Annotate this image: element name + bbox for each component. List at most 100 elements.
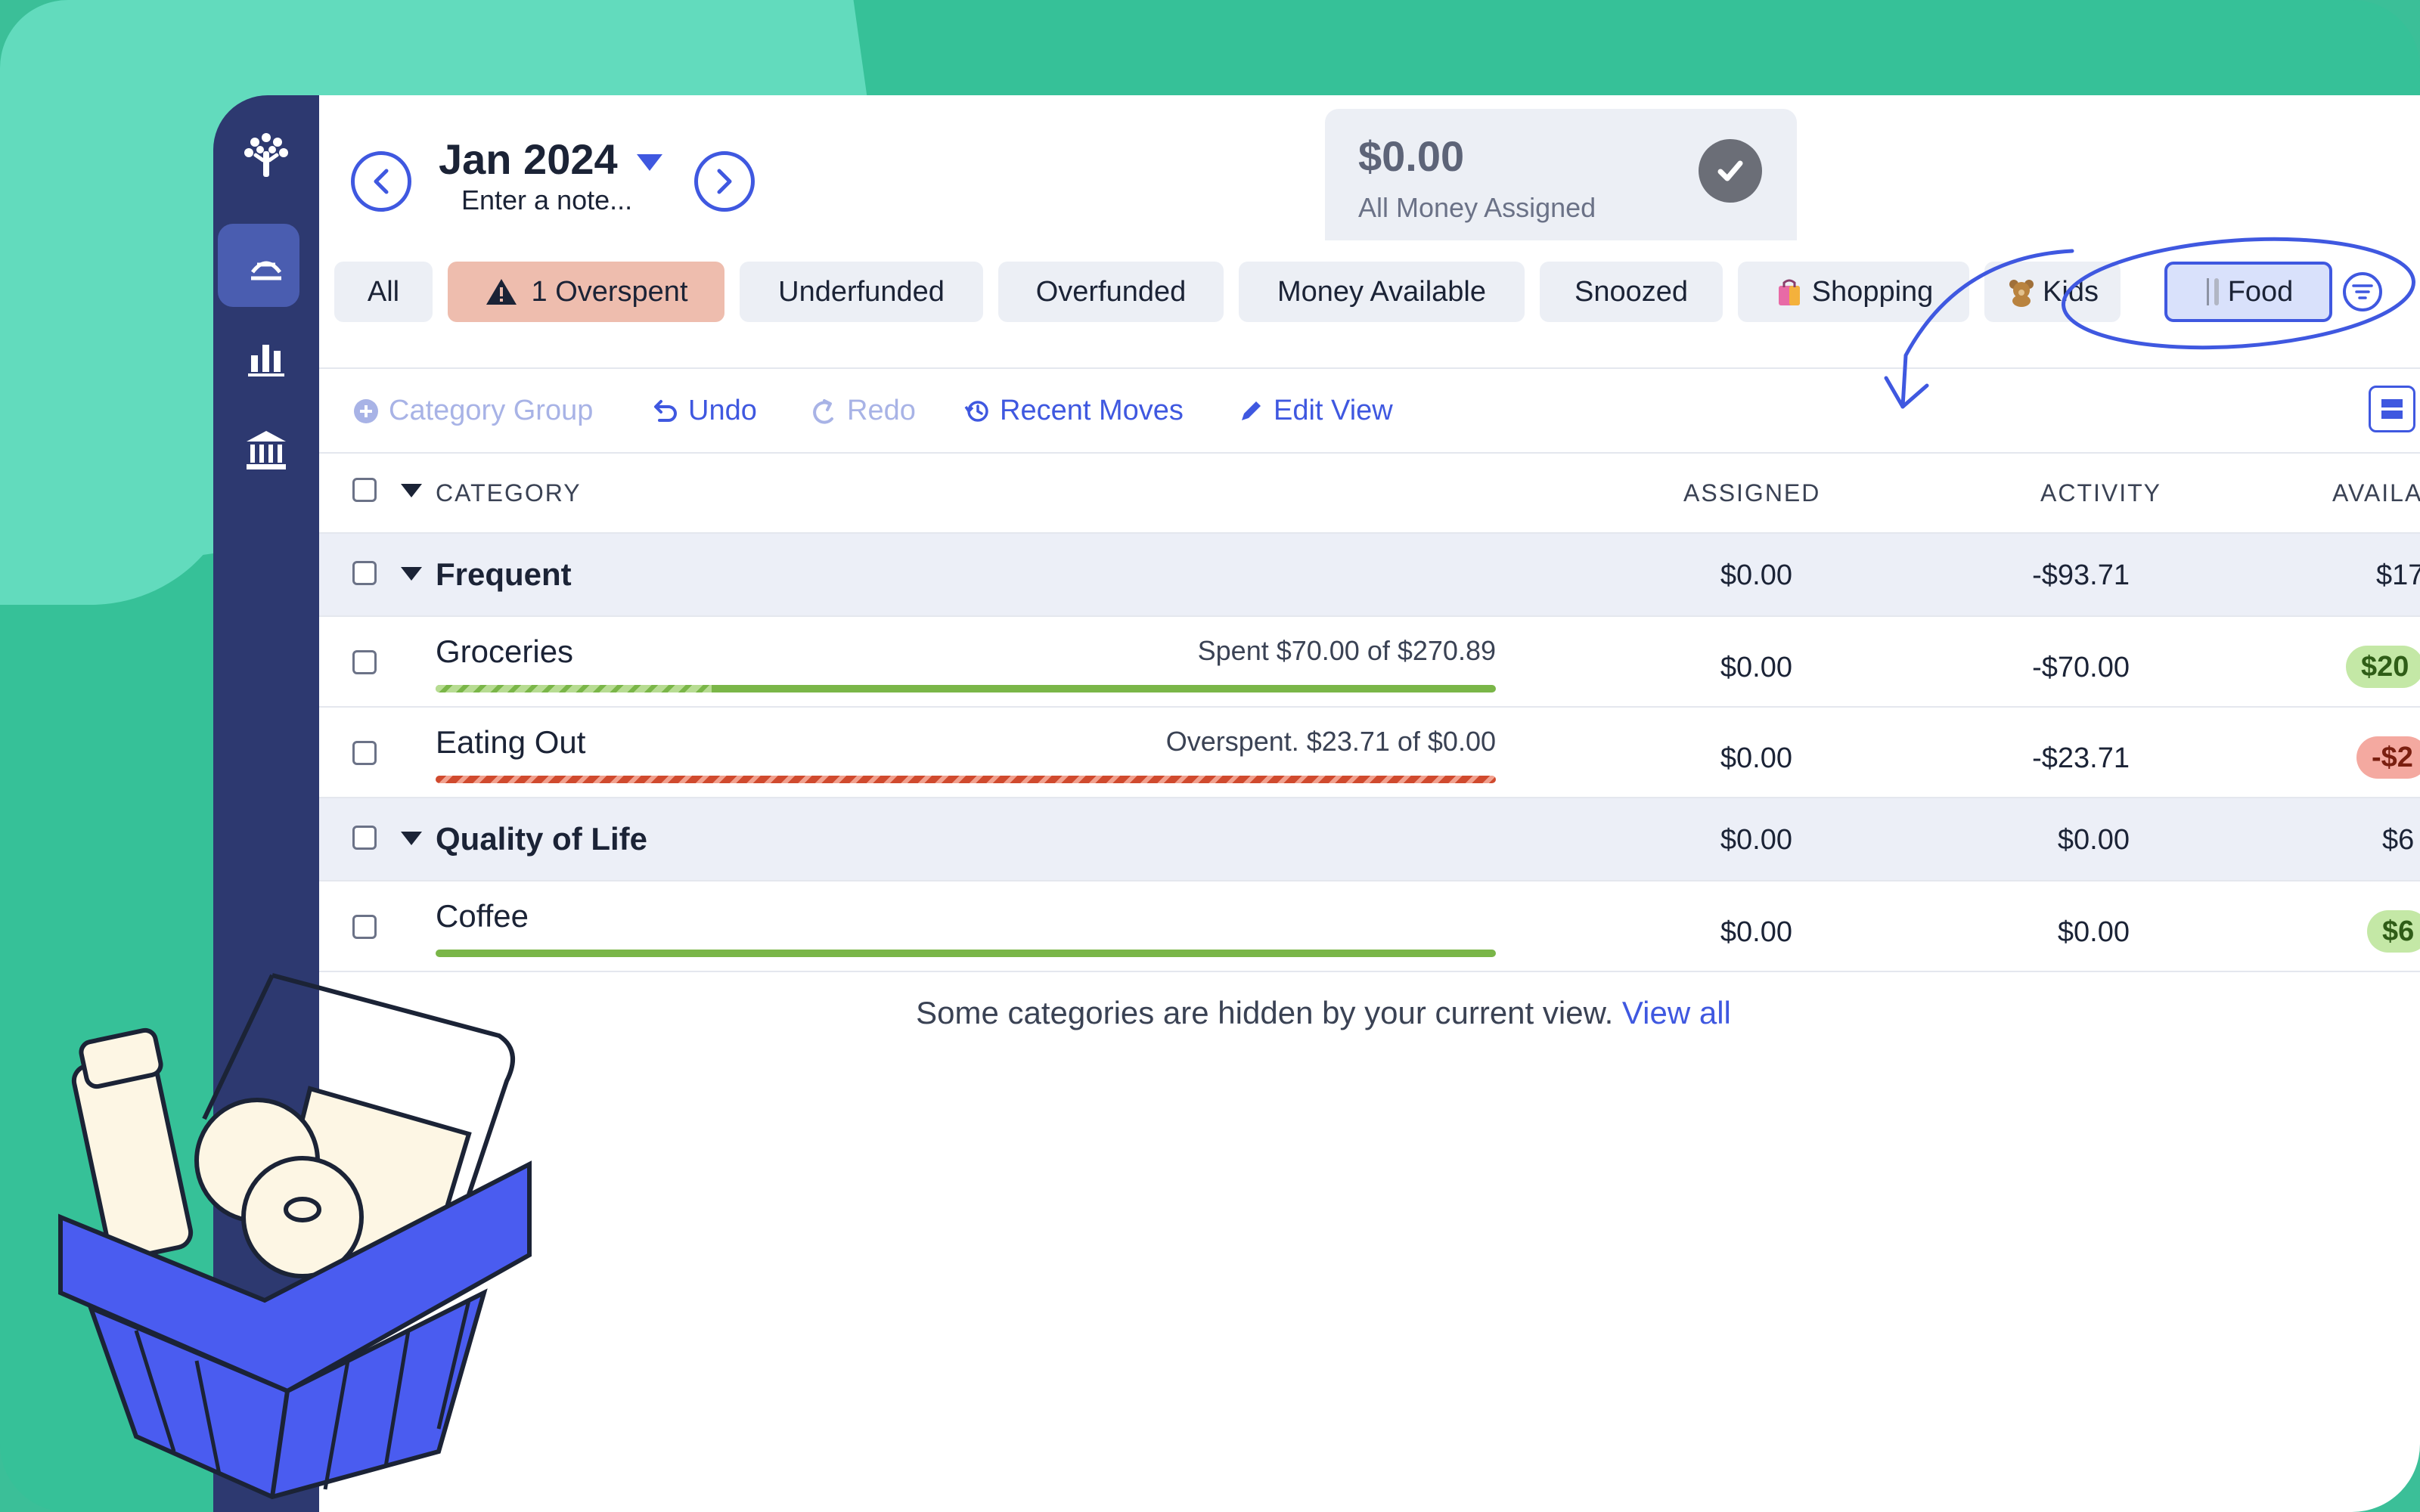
view-all-link[interactable]: View all: [1622, 995, 1731, 1030]
category-row[interactable]: Eating Out Overspent. $23.71 of $0.00 $0…: [319, 708, 2420, 798]
category-name[interactable]: Eating Out: [436, 724, 585, 761]
category-activity[interactable]: $0.00: [2058, 916, 2130, 949]
group-activity: $0.00: [2057, 824, 2130, 856]
category-assigned[interactable]: $0.00: [1720, 742, 1792, 775]
grocery-basket-illustration: [58, 973, 532, 1500]
filter-label: Shopping: [1811, 275, 1934, 308]
redo-button[interactable]: Redo: [809, 395, 916, 427]
filter-overspent[interactable]: 1 Overspent: [448, 262, 724, 322]
filter-label: All: [367, 275, 400, 308]
column-available[interactable]: AVAILA: [2332, 479, 2420, 507]
background-shape: [0, 454, 242, 605]
filter-label: Kids: [2043, 275, 2099, 308]
chevron-right-icon: [717, 169, 732, 194]
category-group-label: Category Group: [389, 395, 594, 426]
row-checkbox[interactable]: [352, 561, 377, 585]
recent-moves-button[interactable]: Recent Moves: [963, 395, 1184, 427]
category-group-row[interactable]: Frequent $0.00 -$93.71 $17: [319, 534, 2420, 617]
undo-button[interactable]: Undo: [650, 395, 757, 427]
chevron-left-icon: [374, 169, 389, 194]
group-available: $17: [2376, 559, 2420, 591]
category-status: Overspent. $23.71 of $0.00: [1165, 726, 1496, 757]
category-progress-bar: [436, 950, 1496, 957]
progress-spent-segment: [436, 685, 712, 692]
filter-label: Underfunded: [778, 275, 945, 308]
edit-view-label: Edit View: [1274, 395, 1393, 426]
column-assigned[interactable]: ASSIGNED: [1683, 479, 1820, 507]
pencil-icon: [1242, 401, 1261, 420]
undo-label: Undo: [688, 395, 757, 426]
edit-view-button[interactable]: Edit View: [1237, 395, 1393, 427]
month-caret-down-icon[interactable]: [637, 154, 662, 171]
filter-label: Food: [2227, 275, 2294, 308]
category-assigned[interactable]: $0.00: [1720, 916, 1792, 949]
recent-moves-label: Recent Moves: [1000, 395, 1184, 426]
category-name[interactable]: Groceries: [436, 634, 573, 670]
row-checkbox[interactable]: [352, 915, 377, 939]
reflect-chart-icon[interactable]: [245, 336, 287, 378]
group-assigned: $0.00: [1720, 559, 1792, 591]
filter-all[interactable]: All: [334, 262, 433, 322]
filter-food[interactable]: Food: [2164, 262, 2332, 322]
filter-label: Money Available: [1277, 275, 1487, 308]
fork-knife-icon: [2206, 278, 2219, 305]
hidden-categories-message: Some categories are hidden by your curre…: [319, 995, 2328, 1031]
filter-snoozed[interactable]: Snoozed: [1540, 262, 1723, 322]
view-toggle-button[interactable]: [2369, 386, 2415, 432]
column-activity[interactable]: ACTIVITY: [2040, 479, 2161, 507]
group-available: $6: [2382, 824, 2415, 856]
filter-shopping[interactable]: Shopping: [1738, 262, 1969, 322]
plan-toolbar: Category Group Undo Redo Recent Moves Ed…: [319, 367, 2420, 454]
accounts-bank-icon[interactable]: [244, 428, 289, 473]
group-name[interactable]: Quality of Life: [436, 821, 647, 857]
available-pill[interactable]: $6: [2367, 910, 2420, 953]
filter-label: Snoozed: [1574, 275, 1688, 308]
month-title[interactable]: Jan 2024: [439, 135, 618, 184]
filter-settings-button[interactable]: [2343, 272, 2382, 311]
marketing-background: Jan 2024 Enter a note... $0.00 All Money…: [0, 0, 2420, 1512]
next-month-button[interactable]: [694, 151, 755, 212]
row-checkbox[interactable]: [352, 741, 377, 765]
category-group-row[interactable]: Quality of Life $0.00 $0.00 $6: [319, 798, 2420, 881]
group-collapse-caret-icon[interactable]: [401, 832, 422, 845]
filter-kids[interactable]: Kids: [1984, 262, 2121, 322]
redo-icon: [813, 398, 833, 424]
ynab-tree-logo-icon[interactable]: [240, 129, 293, 181]
collapse-all-caret-icon[interactable]: [401, 484, 422, 497]
shopping-bag-icon: [1778, 279, 1800, 305]
ready-to-assign-label: All Money Assigned: [1358, 192, 1596, 223]
ready-to-assign-box[interactable]: $0.00 All Money Assigned: [1325, 109, 1797, 240]
month-note-input[interactable]: Enter a note...: [461, 184, 632, 216]
category-activity[interactable]: -$70.00: [2032, 652, 2130, 684]
group-name[interactable]: Frequent: [436, 556, 572, 593]
ready-to-assign-amount: $0.00: [1358, 132, 1465, 180]
category-progress-bar: [436, 776, 1496, 783]
filter-overfunded[interactable]: Overfunded: [998, 262, 1224, 322]
category-activity[interactable]: -$23.71: [2032, 742, 2130, 775]
hidden-message-text: Some categories are hidden by your curre…: [916, 995, 1614, 1030]
add-category-group-button[interactable]: Category Group: [352, 395, 593, 427]
category-row[interactable]: Groceries Spent $70.00 of $270.89 $0.00 …: [319, 617, 2420, 708]
filter-money-available[interactable]: Money Available: [1239, 262, 1525, 322]
group-activity: -$93.71: [2032, 559, 2130, 591]
undo-icon: [654, 399, 677, 422]
previous-month-button[interactable]: [351, 151, 411, 212]
filter-label: Overfunded: [1035, 275, 1187, 308]
row-checkbox[interactable]: [352, 650, 377, 674]
available-pill[interactable]: -$2: [2356, 736, 2420, 779]
select-all-checkbox[interactable]: [352, 478, 377, 502]
category-status: Spent $70.00 of $270.89: [1197, 635, 1496, 666]
filter-underfunded[interactable]: Underfunded: [740, 262, 983, 322]
filter-lines-icon: [2352, 284, 2373, 299]
row-checkbox[interactable]: [352, 826, 377, 850]
checkmark-icon: [1699, 139, 1762, 203]
category-name[interactable]: Coffee: [436, 898, 529, 934]
category-row[interactable]: Coffee $0.00 $0.00 $6: [319, 881, 2420, 972]
teddy-bear-icon: [2009, 280, 2034, 307]
available-pill[interactable]: $20: [2346, 646, 2420, 688]
table-header: CATEGORY ASSIGNED ACTIVITY AVAILA: [319, 449, 2420, 534]
category-assigned[interactable]: $0.00: [1720, 652, 1792, 684]
group-collapse-caret-icon[interactable]: [401, 567, 422, 581]
filter-label: 1 Overspent: [531, 275, 688, 308]
column-category[interactable]: CATEGORY: [436, 479, 582, 507]
